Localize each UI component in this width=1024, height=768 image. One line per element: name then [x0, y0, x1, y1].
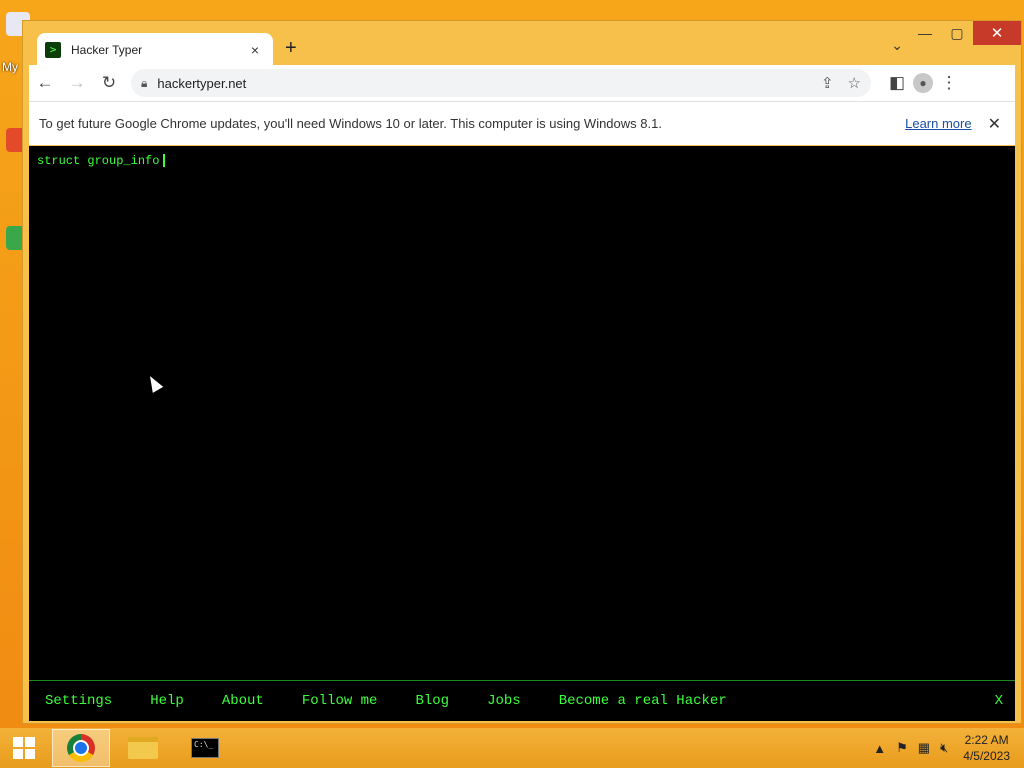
windows-logo-icon [13, 737, 35, 759]
menu-about[interactable]: About [222, 693, 264, 709]
reload-icon[interactable]: ↻ [93, 73, 125, 93]
hacker-terminal[interactable]: struct group_info Settings Help About Fo… [29, 146, 1015, 721]
menu-become-real-hacker[interactable]: Become a real Hacker [559, 693, 727, 709]
menu-help[interactable]: Help [150, 693, 184, 709]
address-bar[interactable]: 🔒︎ hackertyper.net ⇪ ☆ [131, 69, 871, 97]
clock-date: 4/5/2023 [963, 749, 1010, 763]
terminal-favicon-icon: > [45, 42, 61, 58]
terminal-output: struct group_info [37, 154, 166, 168]
show-hidden-icons-icon[interactable]: ▲ [873, 741, 886, 756]
side-panel-icon[interactable]: ◧ [881, 73, 913, 93]
close-tab-icon[interactable]: × [245, 42, 265, 58]
taskbar-file-explorer[interactable] [114, 729, 172, 767]
share-icon[interactable]: ⇪ [821, 74, 834, 92]
terminal-menu-bar: Settings Help About Follow me Blog Jobs … [29, 680, 1015, 721]
close-menu-button[interactable]: X [995, 693, 1003, 709]
desktop-label: My [2, 60, 18, 74]
menu-jobs[interactable]: Jobs [487, 693, 521, 709]
new-tab-button[interactable]: + [285, 37, 297, 60]
network-icon[interactable]: ▦ [918, 740, 930, 756]
chrome-menu-icon[interactable]: ⋮ [933, 73, 965, 93]
folder-icon [128, 737, 158, 759]
volume-muted-icon[interactable]: 🔇︎ [940, 740, 948, 756]
terminal-text: struct group_info [37, 154, 160, 168]
menu-follow-me[interactable]: Follow me [302, 693, 378, 709]
tab-hacker-typer[interactable]: > Hacker Typer × [37, 33, 273, 67]
forward-arrow-icon[interactable]: → [61, 73, 93, 93]
update-infobar: To get future Google Chrome updates, you… [29, 101, 1015, 145]
start-button[interactable] [0, 728, 48, 768]
profile-avatar-icon[interactable]: ● [913, 73, 933, 93]
system-tray: ▲ ⚑ ▦ 🔇︎ 2:22 AM 4/5/2023 [868, 732, 1024, 764]
menu-blog[interactable]: Blog [415, 693, 449, 709]
browser-toolbar: ← → ↻ 🔒︎ hackertyper.net ⇪ ☆ ◧ ● ⋮ [29, 65, 1015, 101]
action-center-flag-icon[interactable]: ⚑ [896, 740, 908, 756]
tab-search-chevron-icon[interactable]: ⌄ [891, 37, 903, 54]
tab-title: Hacker Typer [71, 43, 143, 57]
command-prompt-icon: C:\_ [191, 738, 219, 758]
url-text[interactable]: hackertyper.net [157, 76, 807, 91]
learn-more-link[interactable]: Learn more [905, 116, 971, 131]
chrome-icon [67, 734, 95, 762]
browser-window: — ▢ ✕ > Hacker Typer × + ⌄ ← → ↻ 🔒︎ hack… [22, 20, 1022, 724]
clock-time: 2:22 AM [964, 733, 1009, 747]
back-arrow-icon[interactable]: ← [29, 73, 61, 93]
infobar-message: To get future Google Chrome updates, you… [39, 116, 662, 131]
taskbar: C:\_ ▲ ⚑ ▦ 🔇︎ 2:22 AM 4/5/2023 [0, 728, 1024, 768]
taskbar-command-prompt[interactable]: C:\_ [176, 729, 234, 767]
taskbar-chrome[interactable] [52, 729, 110, 767]
toolbar-right: ◧ ● ⋮ [881, 73, 965, 93]
taskbar-clock[interactable]: 2:22 AM 4/5/2023 [963, 732, 1010, 764]
lock-icon[interactable]: 🔒︎ [141, 76, 147, 91]
text-caret [163, 154, 166, 168]
bookmark-star-icon[interactable]: ☆ [848, 74, 861, 92]
close-infobar-icon[interactable]: ✕ [988, 114, 1001, 134]
menu-settings[interactable]: Settings [45, 693, 112, 709]
